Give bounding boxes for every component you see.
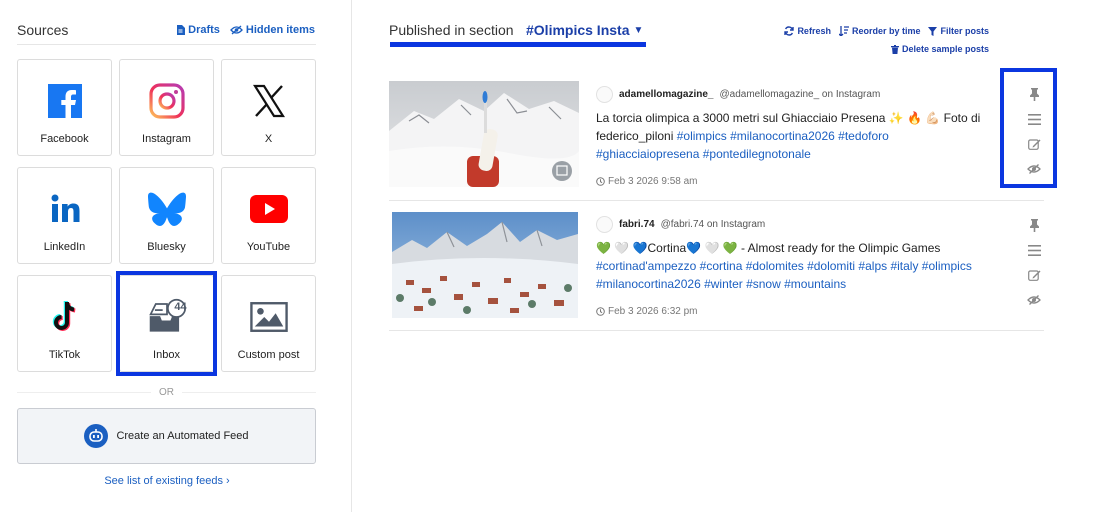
image-icon xyxy=(249,298,288,336)
post-author: adamellomagazine_ @adamellomagazine_ on … xyxy=(596,86,880,103)
reorder-by-time-button[interactable]: Reorder by time xyxy=(838,26,921,36)
robot-icon xyxy=(84,424,109,448)
edit-icon[interactable] xyxy=(1026,267,1042,283)
post-date-text: Feb 3 2026 6:32 pm xyxy=(608,306,698,317)
post-body: 💚 🤍 💙Cortina💙 🤍 💚 - Almost ready for the… xyxy=(596,241,941,255)
post-hashtags[interactable]: #cortinad'ampezzo #cortina #dolomites #d… xyxy=(596,259,972,291)
post-date: Feb 3 2026 6:32 pm xyxy=(596,306,698,317)
mountain-photo xyxy=(389,81,579,187)
create-automated-feed-button[interactable]: Create an Automated Feed xyxy=(17,408,316,464)
reorder-label: Reorder by time xyxy=(851,26,921,36)
hidden-items-link[interactable]: Hidden items xyxy=(230,24,315,36)
source-tile-bluesky[interactable]: Bluesky xyxy=(119,167,214,264)
or-separator: OR xyxy=(17,386,316,398)
inbox-count-badge: 44 xyxy=(174,301,187,313)
tile-label: Facebook xyxy=(40,133,89,145)
instagram-icon xyxy=(148,82,186,120)
sources-panel: Sources Drafts Hidden items Facebook Ins… xyxy=(0,0,352,512)
source-tile-custom-post[interactable]: Custom post xyxy=(221,275,316,372)
hidden-items-label: Hidden items xyxy=(245,24,315,36)
filter-posts-button[interactable]: Filter posts xyxy=(928,26,989,36)
edit-icon[interactable] xyxy=(1026,136,1042,152)
x-icon xyxy=(250,82,288,120)
tile-label: Bluesky xyxy=(147,241,186,253)
post-date: Feb 3 2026 9:58 am xyxy=(596,176,698,187)
published-label: Published in section xyxy=(389,22,514,38)
pin-icon[interactable] xyxy=(1026,217,1042,233)
divider xyxy=(17,44,316,45)
or-label: OR xyxy=(159,386,174,398)
drafts-link[interactable]: Drafts xyxy=(176,24,220,36)
clock-icon xyxy=(596,177,605,186)
separator-line xyxy=(182,391,316,393)
refresh-icon xyxy=(784,26,795,36)
menu-icon[interactable] xyxy=(1026,242,1042,258)
tiktok-icon xyxy=(46,298,84,336)
pin-icon[interactable] xyxy=(1026,86,1042,102)
post-author: fabri.74 @fabri.74 on Instagram xyxy=(596,216,765,233)
inbox-icon: 44 xyxy=(148,298,187,336)
separator-line xyxy=(17,391,151,393)
post-date-text: Feb 3 2026 9:58 am xyxy=(608,176,698,187)
post-username[interactable]: adamellomagazine_ xyxy=(619,89,713,100)
section-underline-highlight xyxy=(390,42,646,47)
youtube-icon xyxy=(249,190,288,228)
post-actions xyxy=(1026,217,1042,308)
app-root: Sources Drafts Hidden items Facebook Ins… xyxy=(0,0,1093,512)
delete-sample-label: Delete sample posts xyxy=(901,44,989,54)
clock-icon xyxy=(596,307,605,316)
sources-links: Drafts Hidden items xyxy=(176,24,315,36)
source-tile-x[interactable]: X xyxy=(221,59,316,156)
source-tile-youtube[interactable]: YouTube xyxy=(221,167,316,264)
source-tile-linkedin[interactable]: LinkedIn xyxy=(17,167,112,264)
refresh-button[interactable]: Refresh xyxy=(784,26,831,36)
source-tile-inbox[interactable]: 44 Inbox xyxy=(119,275,214,372)
source-tile-tiktok[interactable]: TikTok xyxy=(17,275,112,372)
delete-sample-posts-button[interactable]: Delete sample posts xyxy=(890,44,989,54)
see-existing-feeds-link[interactable]: See list of existing feeds › xyxy=(0,475,334,487)
tile-label: LinkedIn xyxy=(43,241,86,253)
hide-eye-icon[interactable] xyxy=(1026,292,1042,308)
drafts-label: Drafts xyxy=(188,24,220,36)
tile-label: Inbox xyxy=(153,349,180,361)
refresh-label: Refresh xyxy=(797,26,831,36)
filter-icon xyxy=(928,26,938,36)
tile-label: TikTok xyxy=(48,349,81,361)
post-toolbar: Refresh Reorder by time Filter posts xyxy=(784,26,989,36)
eye-slash-icon xyxy=(230,25,243,35)
menu-icon[interactable] xyxy=(1026,111,1042,127)
post-username[interactable]: fabri.74 xyxy=(619,219,655,230)
document-icon xyxy=(177,25,186,35)
post-item: fabri.74 @fabri.74 on Instagram 💚 🤍 💙Cor… xyxy=(389,201,1044,331)
post-thumbnail[interactable] xyxy=(392,212,578,318)
post-handle: @fabri.74 on Instagram xyxy=(660,219,766,230)
post-actions xyxy=(1026,86,1042,177)
source-tile-instagram[interactable]: Instagram xyxy=(119,59,214,156)
post-text: 💚 🤍 💙Cortina💙 🤍 💚 - Almost ready for the… xyxy=(596,239,991,293)
tile-label: X xyxy=(264,133,273,145)
automated-feed-label: Create an Automated Feed xyxy=(116,430,249,442)
post-thumbnail[interactable] xyxy=(389,81,579,187)
section-dropdown[interactable]: #Olimpics Insta ▼ xyxy=(526,22,643,38)
tile-label: Custom post xyxy=(237,349,300,361)
sort-icon xyxy=(838,26,849,36)
caret-down-icon: ▼ xyxy=(633,24,644,36)
village-photo xyxy=(392,212,578,318)
post-item: adamellomagazine_ @adamellomagazine_ on … xyxy=(389,72,1044,201)
tile-label: Instagram xyxy=(142,133,191,145)
section-name: #Olimpics Insta xyxy=(526,22,630,38)
tile-label: YouTube xyxy=(246,241,291,253)
filter-label: Filter posts xyxy=(940,26,989,36)
bluesky-icon xyxy=(147,190,186,228)
post-handle: @adamellomagazine_ on Instagram xyxy=(719,89,881,100)
sources-title: Sources xyxy=(17,22,69,38)
trash-icon xyxy=(890,44,899,54)
linkedin-icon xyxy=(46,190,84,228)
facebook-icon xyxy=(46,82,84,120)
post-text: La torcia olimpica a 3000 metri sul Ghia… xyxy=(596,109,991,163)
source-tile-facebook[interactable]: Facebook xyxy=(17,59,112,156)
avatar[interactable] xyxy=(596,216,613,233)
hide-eye-icon[interactable] xyxy=(1026,161,1042,177)
avatar[interactable] xyxy=(596,86,613,103)
